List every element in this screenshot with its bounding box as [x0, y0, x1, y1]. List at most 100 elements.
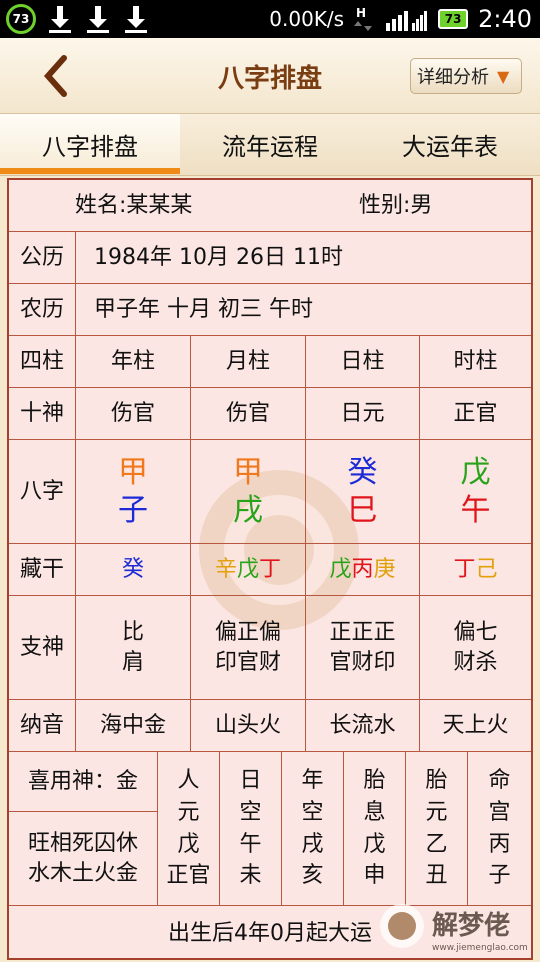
extra-line: 正官 — [166, 863, 211, 889]
net-speed: 0.00K/s — [269, 7, 345, 31]
download-icon — [46, 4, 74, 34]
branch-god-line: 官财印 — [329, 649, 396, 675]
site-logo: 解梦佬 www.jiemenglao.com — [380, 904, 528, 953]
stem-month: 甲 — [233, 455, 263, 490]
extra-info-row: 喜用神：金 旺相死囚休 水木土火金 人 元 戊 正官 日 空 午 未 年 空 戌… — [9, 752, 531, 906]
wuxing-states: 旺相死囚休 — [27, 831, 138, 857]
hidden-stem: 丙 — [351, 556, 374, 582]
tab-major-luck-table[interactable]: 大运年表 — [360, 114, 540, 174]
svg-text:解梦佬: 解梦佬 — [432, 911, 510, 941]
nayin-label: 纳音 — [19, 712, 64, 738]
caret-down-icon: ▼ — [497, 66, 510, 86]
pillars-header-row: 四柱 年柱 月柱 日柱 时柱 — [9, 336, 531, 388]
bazi-row: 八字 甲 子 甲 戌 癸 巳 戊 午 — [9, 440, 531, 544]
extra-col-taiyuan: 胎 元 乙 丑 — [405, 752, 467, 905]
extra-line: 宫 — [488, 799, 511, 825]
extra-line: 申 — [363, 863, 386, 889]
extra-line: 元 — [177, 799, 200, 825]
extra-line: 日 — [239, 767, 262, 793]
hidden-stems-label: 藏干 — [19, 556, 64, 582]
hidden-stem: 戊 — [329, 556, 352, 582]
extra-line: 子 — [488, 863, 511, 889]
extra-line: 胎 — [363, 767, 386, 793]
svg-text:H: H — [356, 6, 366, 20]
pillar-year: 年柱 — [75, 336, 190, 387]
lunar-date: 甲子年 十月 初三 午时 — [75, 284, 531, 335]
branch-gods-label: 支神 — [19, 634, 64, 660]
pillar-month: 月柱 — [190, 336, 305, 387]
stem-day: 癸 — [347, 455, 378, 490]
nayin-year: 海中金 — [75, 700, 190, 751]
nayin-row: 纳音 海中金 山头火 长流水 天上火 — [9, 700, 531, 752]
extra-line: 人 — [177, 767, 200, 793]
bazi-table: 姓名:某某某 性别:男 公历 1984年 10月 26日 11时 农历 甲子年 … — [7, 178, 533, 960]
hidden-stems-row: 藏干 癸 辛戊丁 戊丙庚 丁己 — [9, 544, 531, 596]
hidden-stem: 丁 — [259, 556, 282, 582]
extra-line: 午 — [239, 831, 262, 857]
battery-icon: 73 — [438, 9, 469, 29]
extra-line: 戊 — [177, 831, 200, 857]
signal-icon — [386, 11, 428, 31]
solar-date: 1984年 10月 26日 11时 — [75, 232, 531, 283]
extra-line: 戊 — [363, 831, 386, 857]
extra-col-minggong: 命 宫 丙 子 — [467, 752, 531, 905]
ten-gods-row: 十神 伤官 伤官 日元 正官 — [9, 388, 531, 440]
branch-god-line: 正正正 — [329, 619, 396, 645]
branch-god-line: 财杀 — [453, 649, 498, 675]
detail-analysis-label: 详细分析 — [417, 67, 489, 88]
branch-gods-row: 支神 比 肩 偏正偏 印官财 正正正 官财印 偏七 财杀 — [9, 596, 531, 700]
gender-field: 性别:男 — [359, 192, 433, 218]
extra-col-niankong: 年 空 戌 亥 — [281, 752, 343, 905]
hidden-stem: 己 — [475, 556, 498, 582]
branch-year: 子 — [118, 492, 148, 528]
hidden-stem: 辛 — [214, 556, 237, 582]
notification-badge: 73 — [6, 4, 36, 34]
ten-god-hour: 正官 — [419, 388, 531, 439]
extra-col-renyuan: 人 元 戊 正官 — [157, 752, 219, 905]
svg-text:www.jiemenglao.com: www.jiemenglao.com — [432, 943, 528, 953]
hidden-stem: 丁 — [453, 556, 476, 582]
extra-line: 乙 — [425, 831, 448, 857]
clock: 2:40 — [478, 5, 532, 33]
stem-year: 甲 — [118, 455, 148, 490]
extra-line: 息 — [363, 799, 386, 825]
extra-line: 胎 — [425, 767, 448, 793]
app-header: 八字排盘 详细分析 ▼ — [0, 38, 540, 114]
bazi-label: 八字 — [19, 478, 64, 504]
extra-line: 年 — [301, 767, 324, 793]
branch-god-line: 比 — [121, 619, 144, 645]
ten-gods-label: 十神 — [19, 400, 64, 426]
branch-month: 戌 — [233, 492, 263, 528]
wuxing-elements: 水木土火金 — [27, 861, 138, 886]
solar-row: 公历 1984年 10月 26日 11时 — [9, 232, 531, 284]
extra-col-rikong: 日 空 午 未 — [219, 752, 281, 905]
extra-line: 空 — [239, 799, 262, 825]
status-bar: 73 0.00K/s H 73 2:40 — [0, 0, 540, 38]
xiyong-block: 喜用神：金 旺相死囚休 水木土火金 — [9, 752, 157, 906]
branch-hour: 午 — [460, 492, 491, 528]
pillar-day: 日柱 — [305, 336, 419, 387]
download-icon — [122, 4, 150, 34]
extra-line: 空 — [301, 799, 324, 825]
tab-bar: 八字排盘 流年运程 大运年表 — [0, 114, 540, 176]
tab-yearly-fortune[interactable]: 流年运程 — [180, 114, 360, 174]
xiyong-label: 喜用神：金 — [9, 752, 157, 812]
pillars-label: 四柱 — [19, 348, 64, 374]
extra-line: 戌 — [301, 831, 324, 857]
detail-analysis-dropdown[interactable]: 详细分析 ▼ — [410, 58, 522, 94]
info-row: 姓名:某某某 性别:男 — [9, 180, 531, 232]
extra-line: 命 — [488, 767, 511, 793]
extra-line: 丑 — [425, 863, 448, 889]
hspa-icon: H — [354, 6, 373, 31]
extra-line: 元 — [425, 799, 448, 825]
hidden-stem: 庚 — [373, 556, 396, 582]
extra-line: 亥 — [301, 863, 324, 889]
extra-line: 丙 — [488, 831, 511, 857]
lunar-row: 农历 甲子年 十月 初三 午时 — [9, 284, 531, 336]
active-tab-indicator — [0, 168, 180, 174]
branch-god-line: 印官财 — [214, 649, 281, 675]
nayin-hour: 天上火 — [419, 700, 531, 751]
nayin-month: 山头火 — [190, 700, 305, 751]
tab-bazi-chart[interactable]: 八字排盘 — [0, 114, 180, 174]
hidden-stem: 癸 — [121, 556, 144, 582]
